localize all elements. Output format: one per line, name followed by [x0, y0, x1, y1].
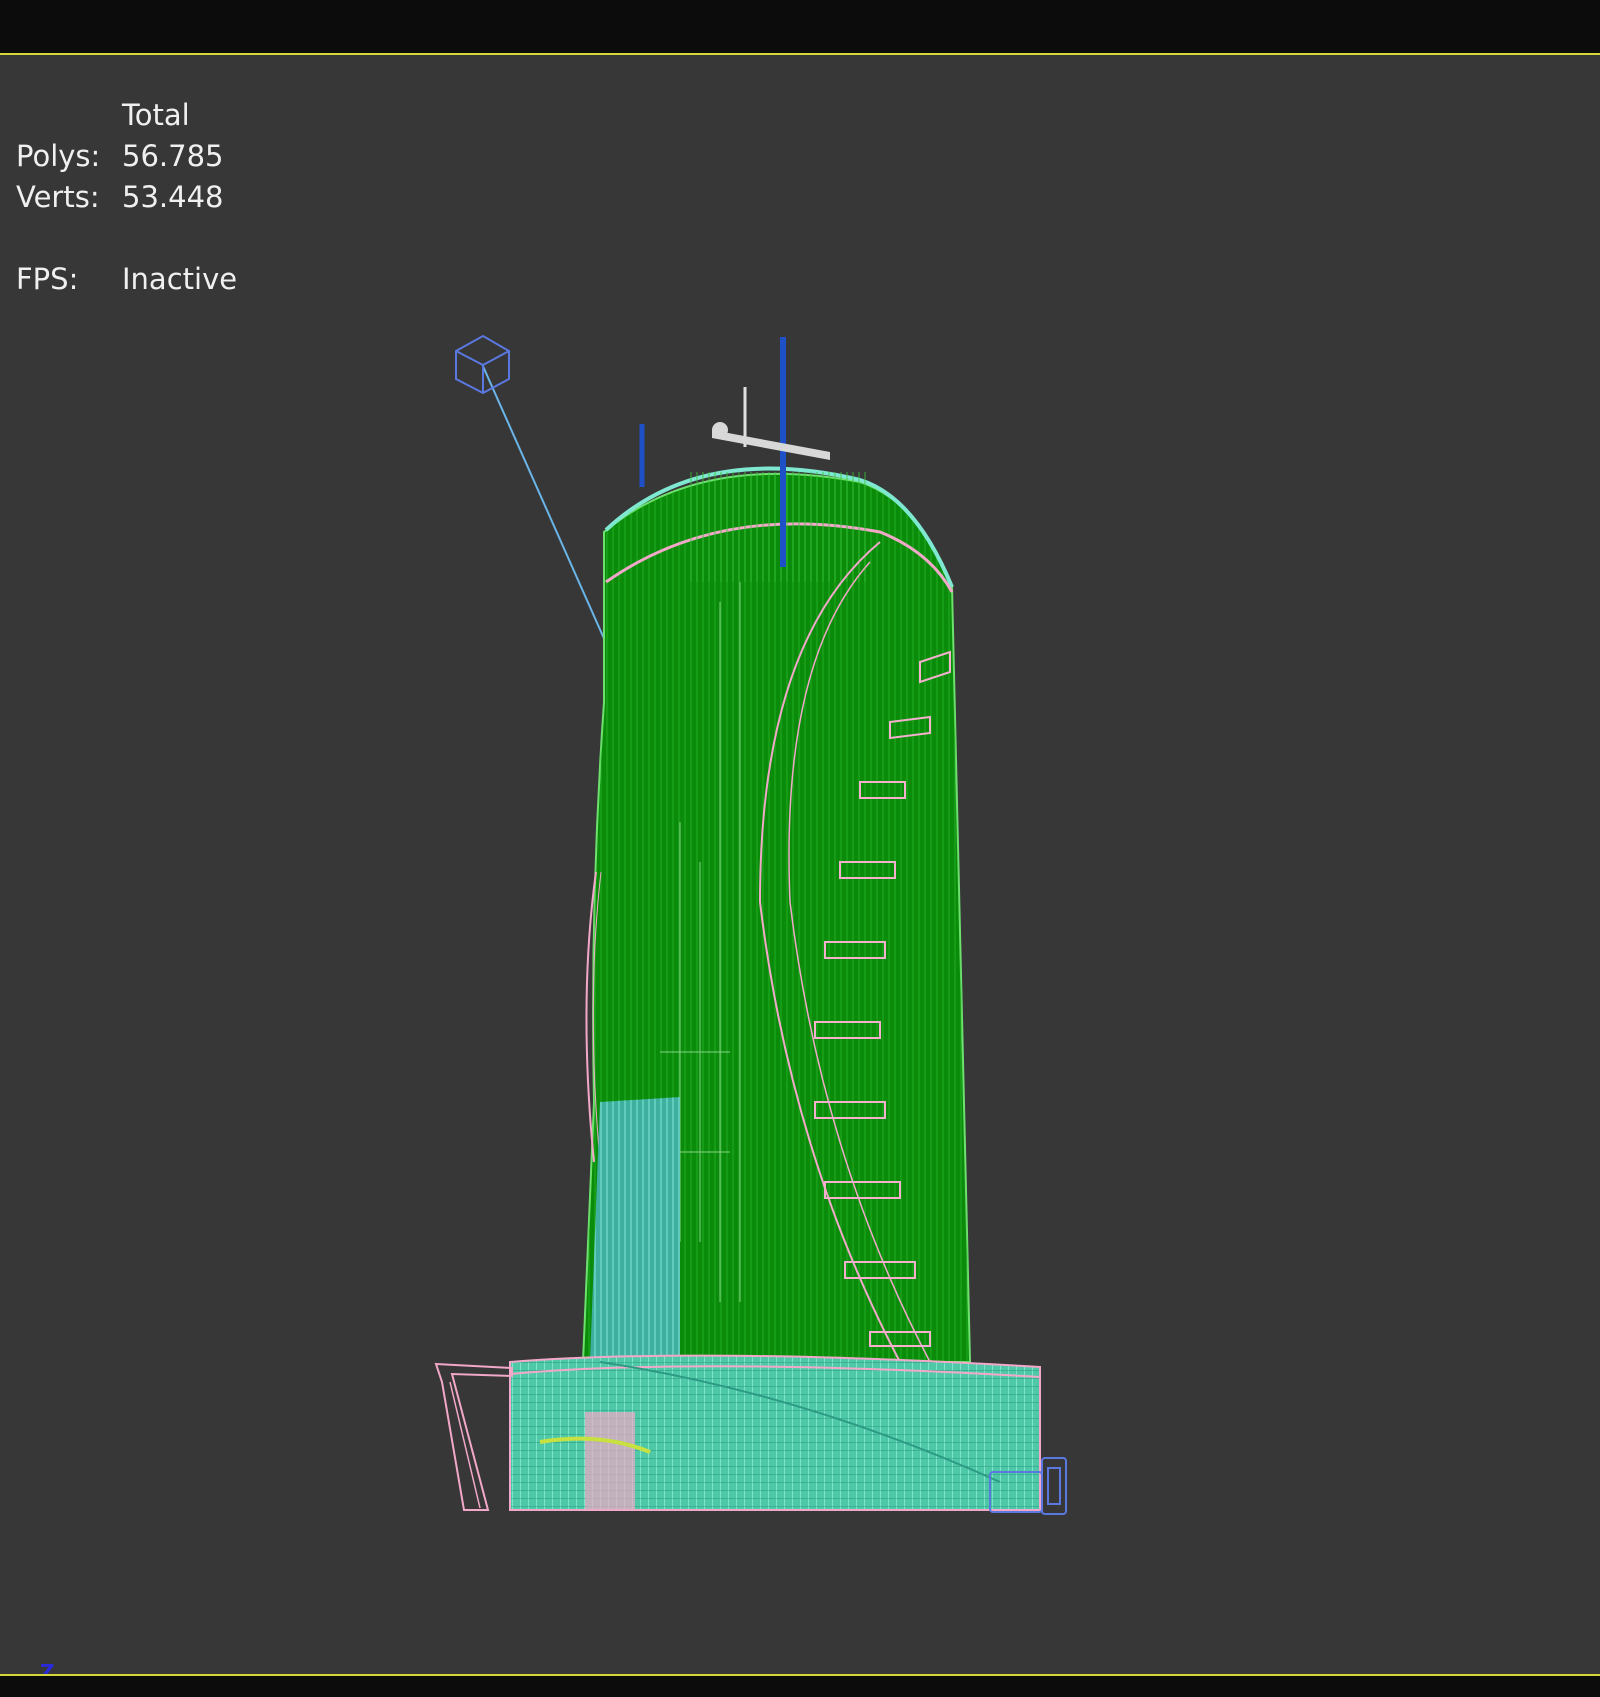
axis-z-label: Z [40, 1660, 55, 1676]
top-bar [0, 0, 1600, 53]
podium-mesh[interactable] [434, 1354, 1041, 1511]
tower-mesh[interactable] [581, 466, 972, 1363]
scene-wireframe[interactable] [0, 55, 1600, 1674]
camera-target-icon[interactable] [455, 334, 510, 395]
bottom-bar [0, 1676, 1600, 1697]
viewport-perspective[interactable]: Total Polys: 56.785 Verts: 53.448 FPS: I… [0, 53, 1600, 1676]
